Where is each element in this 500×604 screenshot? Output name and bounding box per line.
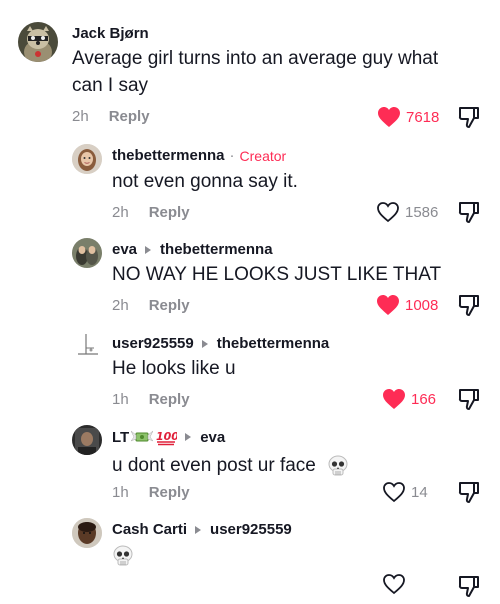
comment-meta: 2h Reply [112,204,190,221]
username[interactable]: thebettermenna [112,147,225,164]
comment-username[interactable]: user925559 thebettermenna [112,335,329,352]
username[interactable]: Cash Carti [112,521,187,538]
reply-button[interactable]: Reply [149,204,190,221]
dislike-icon[interactable] [456,573,482,604]
comment: LT 100 eva u dont even post ur face 1h R… [0,422,500,517]
reply-arrow-icon [201,339,208,348]
comment-text-line: can I say [72,75,149,96]
avatar[interactable] [72,144,102,174]
reply-to-username[interactable]: user925559 [210,521,292,538]
username[interactable]: Jack Bjørn [72,25,149,42]
like-count: 1008 [405,296,439,314]
avatar[interactable] [72,330,102,360]
comment-username[interactable]: LT 100 eva [112,428,225,446]
reply-button[interactable]: Reply [149,297,190,314]
timestamp: 2h [112,204,129,221]
timestamp: 1h [112,484,129,501]
reply-to-username[interactable]: thebettermenna [217,335,330,352]
dislike-icon[interactable] [456,386,482,417]
comment-text [112,545,134,575]
like-count: 1586 [405,203,439,221]
reply-button[interactable]: Reply [149,484,190,501]
heart-filled-icon [378,107,400,127]
skull-emoji-icon [328,455,348,476]
username[interactable]: eva [112,241,137,258]
comment-username[interactable]: thebettermenna · Creator [112,147,286,164]
avatar[interactable] [18,22,58,62]
avatar[interactable] [72,518,102,548]
comment-meta: 1h Reply [112,484,190,501]
svg-text:100: 100 [156,430,177,443]
comment-username[interactable]: Cash Carti user925559 [112,521,292,538]
separator-dot: · [229,147,235,164]
heart-outline-icon [377,202,399,223]
dislike-icon[interactable] [456,199,482,230]
reply-to-username[interactable]: eva [200,429,225,446]
timestamp: 2h [72,108,89,125]
comment: user925559 thebettermenna He looks like … [0,330,500,425]
comment-meta: 2h Reply [72,108,150,125]
like-button[interactable]: 14 [382,481,428,503]
comment: Cash Carti user925559 [0,515,500,597]
comment-text: not even gonna say it. [112,171,298,192]
heart-filled-icon [383,389,405,409]
comment: thebettermenna · Creator not even gonna … [0,140,500,235]
skull-emoji-icon [113,545,133,566]
comment-text: NO WAY HE LOOKS JUST LIKE THAT [112,264,442,285]
reply-arrow-icon [195,525,202,534]
comment-meta: 2h Reply [112,297,190,314]
avatar[interactable] [72,425,102,455]
like-button[interactable]: 7618 [377,106,439,128]
comment-text: Average girl turns into an average guy w… [72,45,438,99]
dislike-icon[interactable] [456,292,482,323]
username[interactable]: user925559 [112,335,194,352]
heart-outline-icon [383,482,405,503]
reply-arrow-icon [185,433,192,441]
comment: Jack Bjørn Average girl turns into an av… [0,0,500,145]
avatar[interactable] [72,238,102,268]
like-count: 14 [411,483,428,501]
heart-filled-icon [377,295,399,315]
reply-to-username[interactable]: thebettermenna [160,241,273,258]
like-count: 166 [411,390,437,408]
timestamp: 1h [112,391,129,408]
like-button[interactable]: 166 [382,388,436,410]
comment-username[interactable]: Jack Bjørn [72,25,149,42]
comment-text: u dont even post ur face [112,452,349,479]
heart-outline-icon [383,574,405,595]
creator-badge: Creator [239,147,287,164]
hundred-points-emoji-icon: 100 [156,430,177,446]
comment-username[interactable]: eva thebettermenna [112,241,273,258]
like-button[interactable] [382,573,411,595]
username[interactable]: LT [112,429,129,446]
like-count: 7618 [406,108,440,126]
reply-arrow-icon [145,245,152,254]
reply-button[interactable]: Reply [109,108,150,125]
dislike-icon[interactable] [456,479,482,510]
comment-text: He looks like u [112,358,236,379]
money-with-wings-emoji-icon [131,430,154,442]
timestamp: 2h [112,297,129,314]
comment-meta: 1h Reply [112,391,190,408]
comment: eva thebettermenna NO WAY HE LOOKS JUST … [0,235,500,330]
comment-text-content: u dont even post ur face [112,455,316,476]
comment-text-line: Average girl turns into an average guy w… [72,48,439,69]
like-button[interactable]: 1586 [376,201,438,223]
like-button[interactable]: 1008 [376,294,438,316]
dislike-icon[interactable] [456,104,482,135]
reply-button[interactable]: Reply [149,391,190,408]
